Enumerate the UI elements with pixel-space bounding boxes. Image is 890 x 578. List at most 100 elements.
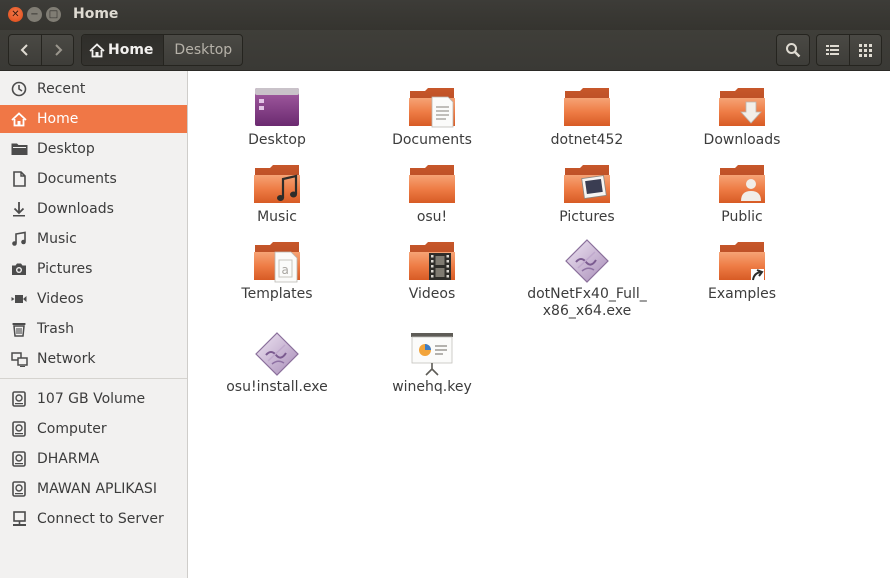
sidebar-item-computer[interactable]: Computer [0, 415, 187, 443]
forward-button[interactable] [41, 35, 73, 65]
file-item-label: winehq.key [392, 379, 472, 395]
back-button[interactable] [9, 35, 41, 65]
sidebar-item-label: Recent [37, 81, 86, 97]
sidebar-item-label: Computer [37, 421, 107, 437]
templates-folder-icon: a [253, 237, 301, 285]
minimize-window-button[interactable]: − [27, 7, 42, 22]
download-arrow-icon [10, 200, 28, 218]
sidebar-item-connect-to-server[interactable]: Connect to Server [0, 505, 187, 533]
file-item-label: Examples [707, 286, 777, 302]
maximize-window-button[interactable]: □ [46, 7, 61, 22]
sidebar-item-music[interactable]: Music [0, 225, 187, 253]
file-item-label: Public [721, 209, 763, 225]
home-icon [10, 110, 28, 128]
file-item-pictures[interactable]: Pictures [517, 160, 657, 226]
sidebar-item-pictures[interactable]: Pictures [0, 255, 187, 283]
sidebar-item-mawan-aplikasi[interactable]: MAWAN APLIKASI [0, 475, 187, 503]
file-item-label: Music [257, 209, 297, 225]
chevron-right-icon [54, 44, 62, 56]
file-item-osu-install[interactable]: osu!install.exe [207, 330, 347, 396]
sidebar: Recent Home Desktop Documents Downloads … [0, 71, 188, 578]
file-item-examples[interactable]: Examples [672, 237, 812, 303]
file-item-osu[interactable]: osu! [362, 160, 502, 226]
wine-exe-icon [563, 237, 611, 285]
file-item-label: Desktop [248, 132, 306, 148]
file-item-label: dotNetFx40_Full_ x86_x64.exe [527, 286, 647, 319]
sidebar-item-downloads[interactable]: Downloads [0, 195, 187, 223]
drive-icon [10, 420, 28, 438]
file-item-downloads[interactable]: Downloads [672, 83, 812, 149]
server-icon [10, 510, 28, 528]
svg-text:a: a [282, 263, 289, 277]
chevron-left-icon [20, 44, 28, 56]
sidebar-item-label: Trash [37, 321, 74, 337]
search-button-group [776, 34, 810, 66]
home-icon [89, 42, 105, 58]
clock-icon [10, 80, 28, 98]
examples-link-folder-icon [718, 237, 766, 285]
close-window-button[interactable]: ✕ [8, 7, 23, 22]
breadcrumb-desktop[interactable]: Desktop [163, 35, 242, 65]
network-icon [10, 350, 28, 368]
sidebar-item-label: DHARMA [37, 451, 100, 467]
file-item-label: Pictures [559, 209, 615, 225]
sidebar-item-home[interactable]: Home [0, 105, 187, 133]
file-item-documents[interactable]: Documents [362, 83, 502, 149]
file-item-label: Documents [392, 132, 472, 148]
window-title: Home [73, 6, 119, 22]
file-item-public[interactable]: Public [672, 160, 812, 226]
file-item-videos[interactable]: Videos [362, 237, 502, 303]
file-item-desktop[interactable]: Desktop [207, 83, 347, 149]
public-folder-icon [718, 160, 766, 208]
videos-folder-icon [408, 237, 456, 285]
file-item-label: osu!install.exe [226, 379, 328, 395]
drive-icon [10, 450, 28, 468]
file-item-templates[interactable]: a Templates [207, 237, 347, 303]
sidebar-item-desktop[interactable]: Desktop [0, 135, 187, 163]
view-mode-buttons [816, 34, 882, 66]
sidebar-item-network[interactable]: Network [0, 345, 187, 373]
sidebar-item-documents[interactable]: Documents [0, 165, 187, 193]
file-view: Desktop Documents dotnet452 Downloads Mu… [189, 71, 890, 578]
file-item-label: Templates [241, 286, 313, 302]
navigation-buttons [8, 34, 74, 66]
search-icon [786, 43, 801, 58]
folder-icon [10, 140, 28, 158]
sidebar-item-label: Documents [37, 171, 117, 187]
sidebar-item-recent[interactable]: Recent [0, 75, 187, 103]
sidebar-item-dharma[interactable]: DHARMA [0, 445, 187, 473]
drive-icon [10, 480, 28, 498]
sidebar-item-trash[interactable]: Trash [0, 315, 187, 343]
sidebar-item-label: Pictures [37, 261, 93, 277]
file-item-label: Videos [408, 286, 456, 302]
sidebar-item-label: Videos [37, 291, 84, 307]
file-item-winehq-key[interactable]: winehq.key [362, 330, 502, 396]
file-item-dotnet452[interactable]: dotnet452 [517, 83, 657, 149]
sidebar-item-107gb-volume[interactable]: 107 GB Volume [0, 385, 187, 413]
sidebar-item-label: Connect to Server [37, 511, 164, 527]
document-icon [10, 170, 28, 188]
breadcrumb-label: Home [108, 42, 154, 58]
video-camera-icon [10, 290, 28, 308]
grid-view-button[interactable] [849, 35, 881, 65]
presentation-file-icon [408, 330, 456, 378]
breadcrumb-home[interactable]: Home [82, 35, 164, 65]
file-item-music[interactable]: Music [207, 160, 347, 226]
downloads-folder-icon [718, 83, 766, 131]
sidebar-item-label: 107 GB Volume [37, 391, 146, 407]
desktop-folder-icon [253, 83, 301, 131]
documents-folder-icon [408, 83, 456, 131]
sidebar-item-label: Downloads [37, 201, 114, 217]
grid-view-icon [859, 43, 872, 57]
search-button[interactable] [777, 35, 809, 65]
sidebar-item-label: Network [37, 351, 96, 367]
folder-icon [408, 160, 456, 208]
sidebar-item-label: Home [37, 111, 79, 127]
file-item-label: Downloads [703, 132, 781, 148]
camera-icon [10, 260, 28, 278]
file-item-dotnetfx40[interactable]: dotNetFx40_Full_ x86_x64.exe [517, 237, 657, 320]
wine-exe-icon [253, 330, 301, 378]
sidebar-item-videos[interactable]: Videos [0, 285, 187, 313]
list-view-icon [826, 45, 839, 55]
list-view-button[interactable] [817, 35, 849, 65]
